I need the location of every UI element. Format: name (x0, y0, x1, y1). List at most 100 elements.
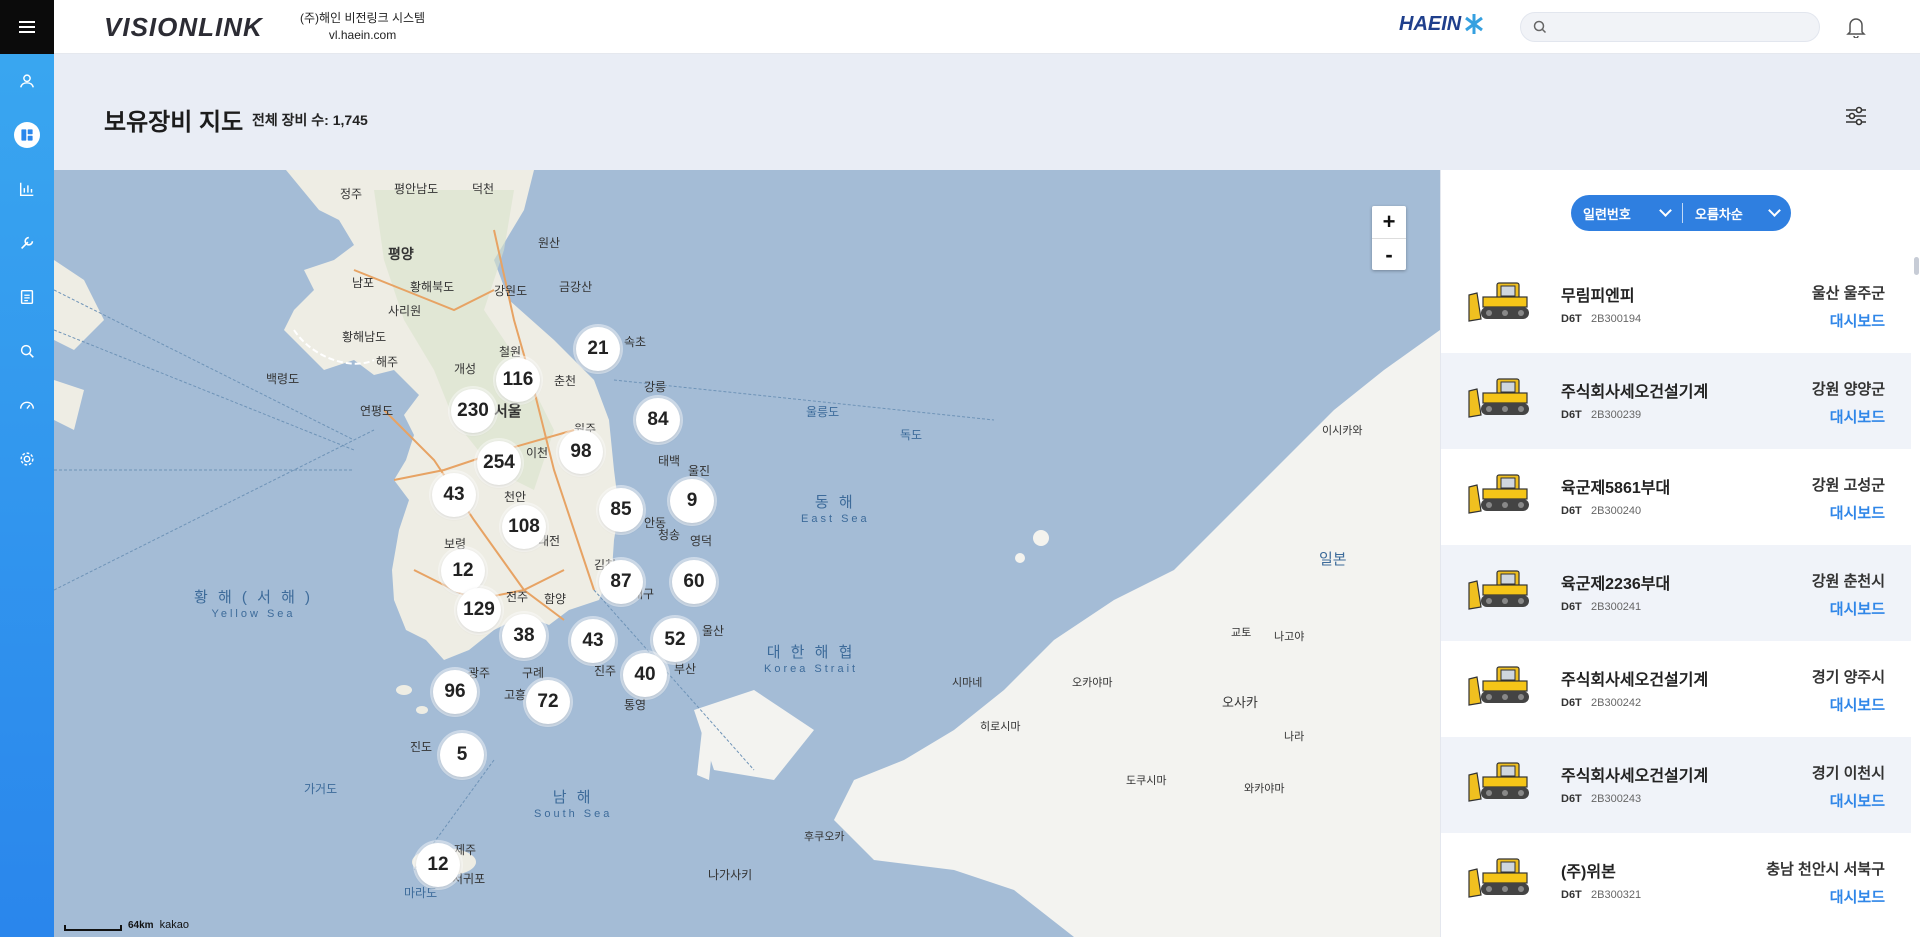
dashboard-link[interactable]: 대시보드 (1830, 790, 1885, 811)
equipment-cluster[interactable]: 21 (576, 327, 620, 371)
sidebar-item-map[interactable] (0, 108, 54, 162)
list-item[interactable]: 주식회사세오건설기계 D6T 2B300242 경기 양주시 대시보드 (1441, 641, 1911, 737)
place-label: 정주 (340, 187, 363, 201)
list-item[interactable]: (주)위본 D6T 2B300321 충남 천안시 서북구 대시보드 (1441, 833, 1911, 929)
sidebar-item-user[interactable] (0, 54, 54, 108)
visionlink-logo[interactable]: VISIONLINK (104, 12, 263, 43)
place-label: 울릉도 (806, 405, 840, 419)
equipment-cluster[interactable]: 43 (432, 473, 476, 517)
sort-order-select[interactable]: 오름차순 (1683, 195, 1791, 231)
equipment-cluster[interactable]: 116 (496, 358, 540, 402)
search-input[interactable] (1520, 12, 1820, 42)
bulldozer-icon (1468, 858, 1529, 898)
equipment-cluster[interactable]: 12 (416, 843, 460, 887)
dashboard-link[interactable]: 대시보드 (1830, 886, 1885, 907)
equipment-cluster[interactable]: 129 (457, 588, 501, 632)
bulldozer-icon (1468, 666, 1529, 706)
scrollbar[interactable] (1912, 257, 1920, 937)
place-label: 원산 (538, 236, 561, 250)
list-item[interactable]: 무림피엔피 D6T 2B300194 울산 울주군 대시보드 (1441, 257, 1911, 353)
dashboard-link[interactable]: 대시보드 (1830, 694, 1885, 715)
place-label: 연평도 (360, 404, 394, 418)
hamburger-menu-button[interactable] (0, 0, 54, 54)
dashboard-link[interactable]: 대시보드 (1830, 406, 1885, 427)
place-label: 와카야마 (1244, 783, 1285, 795)
equipment-cluster[interactable]: 5 (440, 733, 484, 777)
equipment-cluster[interactable]: 108 (502, 505, 546, 549)
chart-icon (19, 182, 34, 197)
equipment-cluster[interactable]: 84 (636, 398, 680, 442)
equipment-cluster[interactable]: 38 (502, 614, 546, 658)
place-label: 오카야마 (1072, 677, 1113, 689)
equipment-cluster[interactable]: 52 (653, 618, 697, 662)
report-icon (20, 289, 34, 305)
place-label: 평안남도 (394, 182, 439, 196)
item-name: 주식회사세오건설기계 (1561, 768, 1709, 785)
place-label: 가거도 (304, 782, 338, 796)
dashboard-link[interactable]: 대시보드 (1830, 598, 1885, 619)
equipment-cluster[interactable]: 85 (599, 488, 643, 532)
item-serial: 2B300194 (1591, 313, 1642, 325)
place-label: 백령도 (266, 372, 300, 386)
sidebar-item-gauge[interactable] (0, 378, 54, 432)
item-name: 주식회사세오건설기계 (1561, 672, 1709, 689)
filter-settings-icon[interactable] (1844, 104, 1868, 128)
item-name: 육군제2236부대 (1561, 576, 1671, 593)
place-label: 진주 (594, 664, 617, 678)
zoom-in-button[interactable]: + (1372, 206, 1406, 238)
place-label: 영덕 (690, 534, 713, 548)
item-name: 주식회사세오건설기계 (1561, 384, 1709, 401)
sidebar-item-settings[interactable] (0, 432, 54, 486)
equipment-cluster[interactable]: 96 (433, 670, 477, 714)
item-serial: 2B300242 (1591, 697, 1642, 709)
item-region: 강원 양양군 (1811, 381, 1885, 398)
equipment-cluster[interactable]: 72 (526, 680, 570, 724)
place-label: 평양 (388, 246, 414, 262)
item-serial: 2B300241 (1591, 601, 1642, 613)
list-item[interactable]: 육군제5861부대 D6T 2B300240 강원 고성군 대시보드 (1441, 449, 1911, 545)
place-label: 강릉 (644, 380, 667, 394)
dashboard-link[interactable]: 대시보드 (1830, 502, 1885, 523)
menu-icon (19, 26, 35, 28)
sort-field-select[interactable]: 일련번호 (1571, 203, 1683, 223)
item-model: D6T (1561, 793, 1582, 805)
place-label: 속초 (624, 335, 647, 349)
equipment-cluster[interactable]: 254 (477, 441, 521, 485)
equipment-map[interactable]: 동 해 East Sea 황 해 ( 서 해 ) Yellow Sea 남 해 Sou… (54, 170, 1440, 937)
place-label: 나가사키 (708, 868, 753, 882)
company-name: (주)해인 비전링크 시스템 (300, 11, 426, 25)
sidebar-item-maintenance[interactable] (0, 216, 54, 270)
equipment-cluster[interactable]: 87 (599, 560, 643, 604)
bell-icon[interactable] (1846, 16, 1866, 38)
page-title: 보유장비 지도 (104, 109, 244, 136)
search-icon (1533, 20, 1547, 34)
dashboard-icon (21, 129, 33, 141)
company-info: (주)해인 비전링크 시스템 vl.haein.com (300, 10, 425, 44)
place-label: 황해남도 (342, 330, 387, 344)
equipment-cluster[interactable]: 230 (451, 389, 495, 433)
place-label: 통영 (624, 698, 647, 712)
map-scale: 64km kakao (64, 919, 189, 931)
equipment-cluster[interactable]: 9 (670, 479, 714, 523)
dashboard-link[interactable]: 대시보드 (1830, 310, 1885, 331)
list-item[interactable]: 육군제2236부대 D6T 2B300241 강원 춘천시 대시보드 (1441, 545, 1911, 641)
equipment-cluster[interactable]: 60 (672, 560, 716, 604)
list-item[interactable]: 주식회사세오건설기계 D6T 2B300239 강원 양양군 대시보드 (1441, 353, 1911, 449)
chevron-down-icon (1659, 204, 1672, 217)
list-item[interactable]: 주식회사세오건설기계 D6T 2B300243 경기 이천시 대시보드 (1441, 737, 1911, 833)
sidebar-item-search[interactable] (0, 324, 54, 378)
place-label: 진도 (410, 740, 433, 754)
sidebar-item-chart[interactable] (0, 162, 54, 216)
equipment-cluster[interactable]: 43 (571, 619, 615, 663)
equipment-cluster[interactable]: 12 (441, 549, 485, 593)
item-name: 육군제5861부대 (1561, 480, 1671, 497)
sidebar-item-report[interactable] (0, 270, 54, 324)
zoom-out-button[interactable]: - (1372, 238, 1406, 270)
map-provider-logo[interactable]: kakao (160, 919, 189, 931)
sea-label-east: 동 해 East Sea (801, 494, 870, 526)
equipment-cluster[interactable]: 98 (559, 430, 603, 474)
place-label: 천안 (504, 490, 527, 504)
left-sidebar (0, 0, 54, 937)
place-label: 일본 (1319, 551, 1347, 568)
equipment-cluster[interactable]: 40 (623, 653, 667, 697)
